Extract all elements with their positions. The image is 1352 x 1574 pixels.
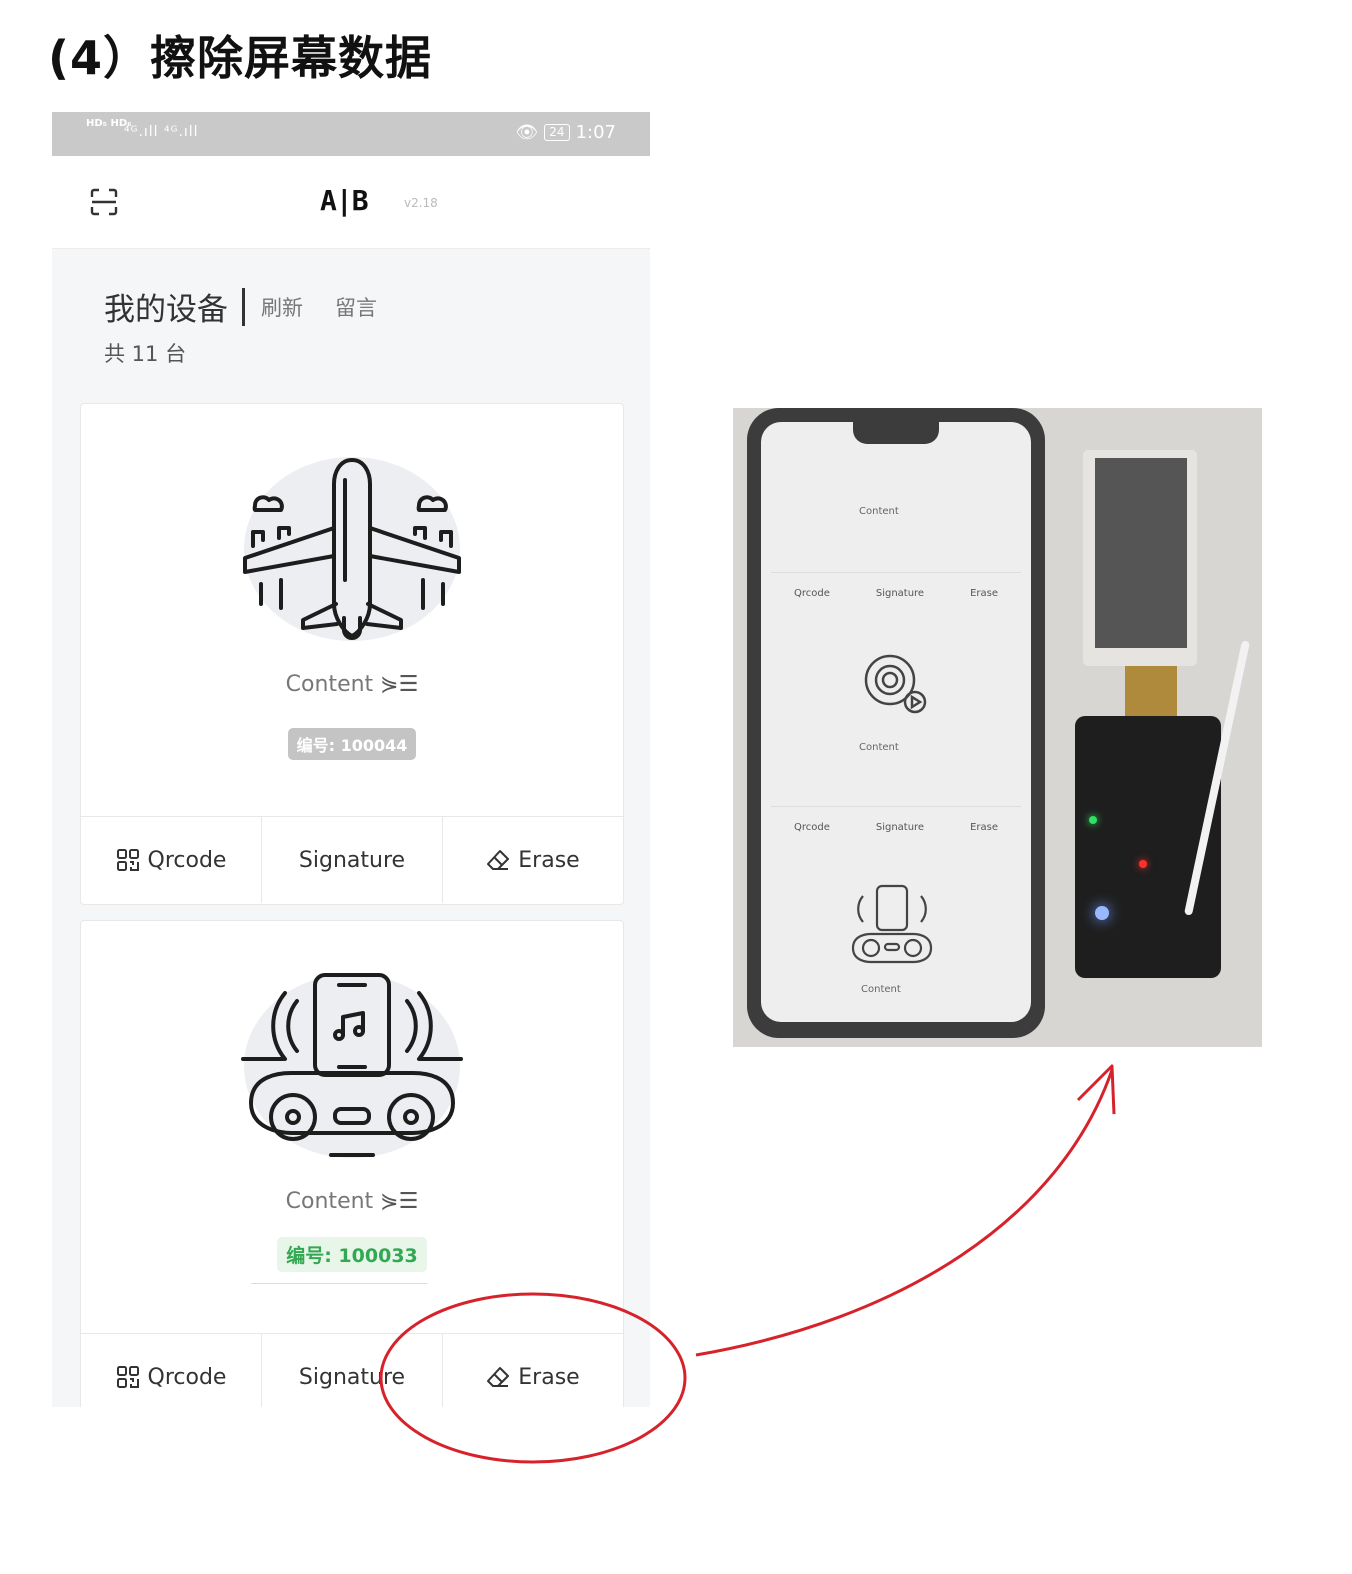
green-led: [1089, 816, 1097, 824]
phone-music-speaker-icon: [241, 973, 463, 1158]
app-version: v2.18: [404, 196, 438, 210]
phone-screenshot: HD₅ HD₆ ⁴ᴳ.ıll ⁴ᴳ.ıll 👁 24 1:07 A|B v2.1…: [52, 112, 650, 1407]
refresh-link[interactable]: 刷新: [261, 292, 303, 322]
photo-actions-row: Qrcode Signature Erase: [771, 572, 1021, 613]
photo-phone: Content Qrcode Signature Erase Content Q…: [747, 408, 1045, 1038]
scan-icon[interactable]: [90, 188, 118, 216]
qrcode-button[interactable]: Qrcode: [81, 817, 262, 903]
epaper-display: [1083, 450, 1197, 666]
status-bar: HD₅ HD₆ ⁴ᴳ.ıll ⁴ᴳ.ıll 👁 24 1:07: [52, 112, 650, 156]
signature-button[interactable]: Signature: [262, 817, 443, 903]
card-actions: Qrcode Signature Erase: [81, 1333, 623, 1407]
device-id-badge: 编号: 100044: [81, 728, 623, 760]
blue-led: [1095, 906, 1109, 920]
devices-title: 我的设备: [104, 292, 228, 328]
red-led: [1139, 860, 1147, 868]
device-photo: Content Qrcode Signature Erase Content Q…: [733, 408, 1262, 1047]
eraser-icon: [487, 850, 510, 870]
annotation-arrow: [695, 1069, 1114, 1357]
app-logo: A|B: [320, 184, 369, 217]
erase-button[interactable]: Erase: [443, 1334, 623, 1407]
page-heading: (4）擦除屏幕数据: [48, 31, 433, 85]
badge-underline: [251, 1283, 427, 1284]
list-indent-icon: ⋟☰: [380, 1189, 419, 1214]
content-label[interactable]: Content ⋟☰: [81, 672, 623, 697]
photo-actions-row: Qrcode Signature Erase: [771, 806, 1021, 847]
content-label[interactable]: Content ⋟☰: [81, 1189, 623, 1214]
device-card: Content ⋟☰ 编号: 100033 Qrcode Signature E…: [80, 920, 624, 1407]
battery-icon: 24: [544, 124, 570, 141]
phone-music-speaker-icon: [851, 884, 933, 964]
signature-button[interactable]: Signature: [262, 1334, 443, 1407]
qrcode-icon: [116, 1366, 139, 1388]
list-indent-icon: ⋟☰: [380, 672, 419, 697]
device-count: 共 11 台: [104, 342, 187, 366]
signal-icon: ⁴ᴳ.ıll ⁴ᴳ.ıll: [124, 124, 199, 140]
title-divider: [242, 287, 245, 326]
erase-button[interactable]: Erase: [443, 817, 623, 903]
fpc-cable: [1125, 666, 1177, 718]
qrcode-button[interactable]: Qrcode: [81, 1334, 262, 1407]
eye-icon: 👁: [515, 122, 539, 143]
gear-play-icon: [864, 654, 927, 714]
photo-content-label: Content: [859, 506, 899, 517]
app-bar: A|B v2.18: [52, 156, 650, 249]
card-actions: Qrcode Signature Erase: [81, 816, 623, 903]
photo-phone-screen: Content Qrcode Signature Erase Content Q…: [761, 422, 1031, 1022]
photo-content-label: Content: [861, 984, 901, 995]
qrcode-icon: [116, 849, 139, 871]
arrow-head-icon: [1076, 1064, 1116, 1115]
airplane-icon: [243, 457, 461, 641]
devices-header: 我的设备 刷新 留言: [104, 284, 409, 329]
clock: 1:07: [575, 122, 616, 143]
message-link[interactable]: 留言: [335, 292, 377, 322]
eraser-icon: [487, 1367, 510, 1387]
device-card: Content ⋟☰ 编号: 100044 Qrcode Signature E…: [80, 403, 624, 905]
photo-content-label: Content: [859, 742, 899, 753]
device-id-badge: 编号: 100033: [81, 1237, 623, 1272]
